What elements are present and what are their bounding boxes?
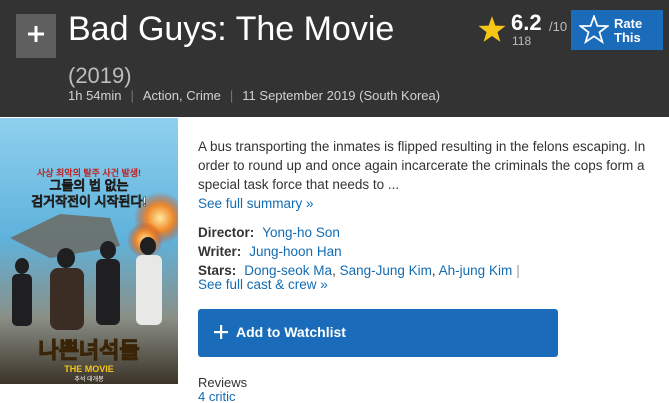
divider: | [229,88,234,103]
director-link[interactable]: Yong-ho Son [262,225,340,240]
poster-tagline: 그들의 법 없는 [50,178,129,193]
director-label: Director: [198,225,255,240]
imdb-rating: 6.2 /10 118 [478,10,568,50]
star-link[interactable]: Sang-Jung Kim [340,263,432,278]
add-to-watchlist-ribbon[interactable] [16,14,56,58]
add-to-watchlist-label: Add to Watchlist [236,324,346,340]
reviews-heading: Reviews [198,375,248,390]
writer-link[interactable]: Jung-hoon Han [249,244,341,259]
poster-tagline: 사상 최악의 탈주 사건 발생! [37,167,141,178]
full-cast-row: See full cast & crew » [198,275,328,294]
see-full-cast-link[interactable]: See full cast & crew » [198,277,328,292]
star-icon [478,16,506,42]
poster-footer: 추석 대개봉 [74,375,104,383]
page-title: Bad Guys: The Movie (2019) [68,8,398,97]
see-full-summary-link[interactable]: See full summary » [198,196,314,211]
release-date-link[interactable]: 11 September 2019 (South Korea) [242,88,440,103]
title-header: Bad Guys: The Movie (2019) 1h 54min | Acti… [0,0,669,117]
summary-text: A bus transporting the inmates is flippe… [198,139,646,192]
poster-title: 나쁜녀석들 [38,338,139,363]
star-link[interactable]: Ah-jung Kim [439,263,513,278]
poster-tagline: 검거작전이 시작된다! [31,194,147,209]
divider: | [516,263,520,278]
movie-year[interactable]: (2019) [68,63,132,88]
runtime: 1h 54min [68,88,122,103]
add-to-watchlist-button[interactable]: Add to Watchlist [198,309,558,357]
writer-row: Writer: Jung-hoon Han [198,242,342,261]
movie-title: Bad Guys: The Movie [68,10,395,48]
rating-count[interactable]: 118 [512,34,531,48]
critic-reviews-link[interactable]: 4 critic [198,389,236,403]
genres-link[interactable]: Action, Crime [143,88,221,103]
plus-icon [214,325,228,339]
rating-score: 6.2 [511,10,542,35]
star-outline-icon [579,15,609,44]
movie-poster[interactable]: 사상 최악의 탈주 사건 발생! 그들의 법 없는 검거작전이 시작된다! 나쁜… [0,118,178,384]
rate-this-label: Rate This [614,16,643,45]
rating-scale: /10 [549,19,568,34]
divider: | [130,88,134,103]
writer-label: Writer: [198,244,242,259]
title-meta: 1h 54min | Action, Crime | 11 September 2019… [68,88,440,103]
rate-this-button[interactable]: Rate This [571,10,663,50]
director-row: Director: Yong-ho Son [198,223,340,242]
poster-subtitle: THE MOVIE [64,364,114,374]
plot-summary: A bus transporting the inmates is flippe… [198,137,648,213]
